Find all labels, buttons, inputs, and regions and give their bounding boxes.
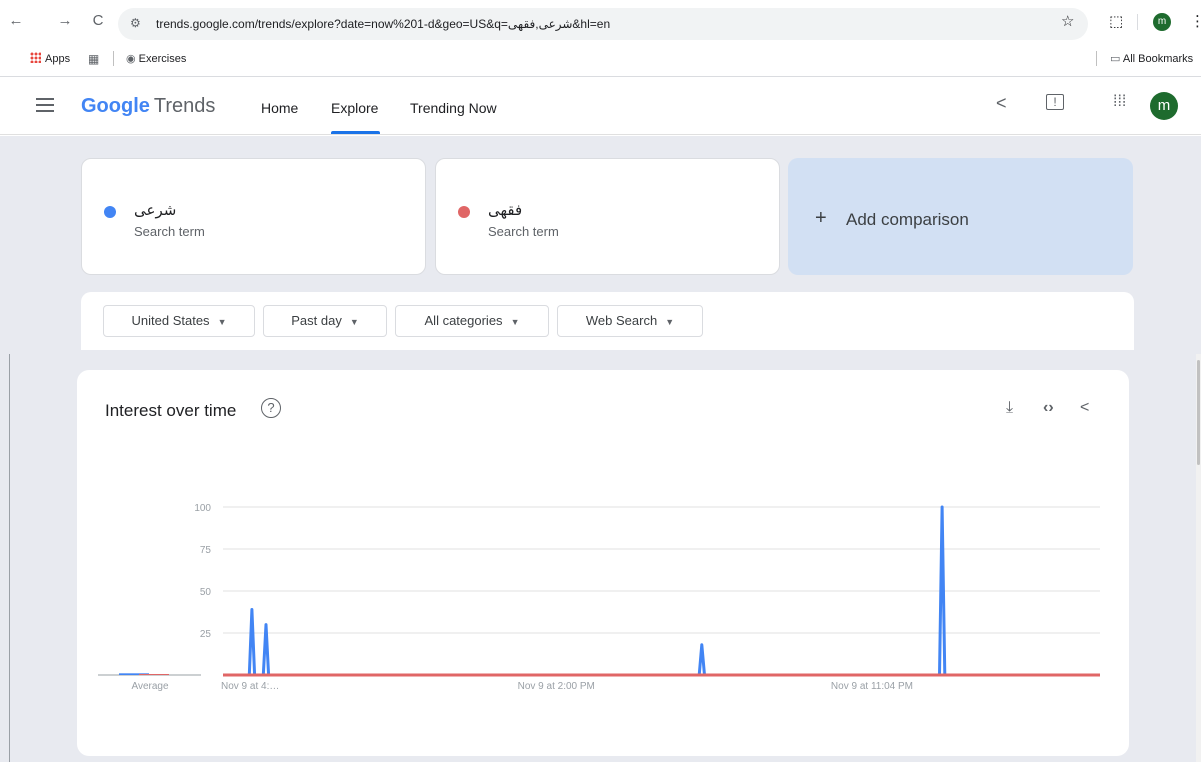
dropdown-caret-icon: ▼: [510, 317, 520, 327]
term-color-dot: [104, 206, 116, 218]
category-dropdown[interactable]: All categories ▼: [395, 305, 549, 337]
search-type-value: Web Search: [585, 313, 658, 328]
bookmark-separator: [113, 51, 114, 66]
y-tick-label: 25: [200, 629, 212, 640]
chart-grid: [223, 506, 1100, 676]
trends-wordmark: Trends: [153, 95, 216, 117]
interest-over-time-card: Interest over time ? ⤓ ‹› < 100 75 50 25 Av…: [77, 370, 1129, 756]
bookmark-exercises-label: Exercises: [138, 53, 187, 65]
tune-icon[interactable]: ⚙: [130, 16, 141, 30]
y-tick-labels: 100 75 50 25: [194, 503, 211, 640]
folder-icon: ▭: [1110, 53, 1121, 65]
time-value: Past day: [291, 313, 342, 328]
search-type-dropdown[interactable]: Web Search ▼: [557, 305, 703, 337]
google-apps-icon[interactable]: ⁞⁞⁞: [1113, 93, 1126, 111]
x-tick-label: Nov 9 at 11:04 PM: [831, 681, 913, 692]
forward-icon[interactable]: →: [55, 12, 75, 29]
y-tick-label: 50: [200, 587, 212, 598]
google-wordmark: Google: [81, 95, 150, 117]
interest-line-chart: 100 75 50 25 Average Nov 9 at 4:… Nov 9 at 2…: [98, 503, 1100, 692]
reload-icon[interactable]: C: [88, 12, 108, 29]
y-tick-label: 100: [194, 503, 211, 514]
bookmark-apps-label: Apps: [45, 53, 71, 65]
time-range-dropdown[interactable]: Past day ▼: [263, 305, 387, 337]
term-name[interactable]: فقهی: [488, 201, 522, 219]
term-subtitle: Search term: [488, 224, 559, 239]
x-tick-label: Nov 9 at 2:00 PM: [518, 681, 595, 692]
share-icon[interactable]: <: [996, 93, 1007, 114]
region-dropdown[interactable]: United States ▼: [103, 305, 255, 337]
bookmark-star-icon[interactable]: ☆: [1061, 12, 1074, 30]
address-bar[interactable]: ⚙ trends.google.com/trends/explore?date=…: [118, 8, 1088, 40]
term-card-1[interactable]: شرعی Search term: [81, 158, 426, 275]
scrollbar-thumb[interactable]: [1197, 360, 1200, 465]
feedback-icon[interactable]: !: [1046, 94, 1064, 110]
add-comparison-card[interactable]: + Add comparison: [788, 158, 1133, 275]
term-color-dot: [458, 206, 470, 218]
term-card-2[interactable]: فقهی Search term: [435, 158, 780, 275]
filter-bar: United States ▼ Past day ▼ All categories ▼…: [81, 292, 1134, 350]
term-name[interactable]: شرعی: [134, 201, 176, 219]
x-tick-label: Nov 9 at 4:…: [221, 681, 279, 692]
toolbar-divider: [1137, 14, 1138, 30]
page-left-edge: [9, 354, 10, 762]
bookmark-apps[interactable]: Apps: [30, 52, 70, 65]
google-trends-logo[interactable]: Google Trends: [81, 95, 215, 118]
average-bars: Average: [98, 673, 201, 692]
average-bar: [139, 674, 169, 675]
url-text[interactable]: trends.google.com/trends/explore?date=no…: [156, 17, 610, 31]
bookmark-separator-right: [1096, 51, 1097, 66]
back-icon[interactable]: ←: [6, 12, 26, 29]
menu-kebab-icon[interactable]: ⋮: [1190, 12, 1201, 30]
active-tab-indicator: [331, 131, 380, 134]
apps-grid-icon: [30, 52, 41, 63]
hamburger-menu-icon[interactable]: [36, 98, 54, 112]
all-bookmarks[interactable]: ▭ All Bookmarks: [1110, 52, 1193, 65]
region-value: United States: [131, 313, 210, 328]
profile-avatar[interactable]: m: [1153, 13, 1171, 31]
globe-icon: ◉: [126, 53, 136, 65]
category-value: All categories: [424, 313, 503, 328]
bookmarks-bar: Apps ▦ ◉ Exercises ▭ All Bookmarks: [0, 48, 1201, 70]
all-bookmarks-label: All Bookmarks: [1122, 53, 1194, 65]
extensions-icon[interactable]: ⬚: [1109, 12, 1123, 30]
dropdown-caret-icon: ▼: [665, 317, 675, 327]
nav-home[interactable]: Home: [261, 100, 298, 116]
add-comparison-label: Add comparison: [846, 210, 969, 229]
x-tick-labels: Nov 9 at 4:… Nov 9 at 2:00 PM Nov 9 at 11:…: [221, 681, 913, 692]
nav-explore[interactable]: Explore: [331, 100, 378, 116]
y-tick-label: 75: [200, 545, 212, 556]
browser-chrome: ← → C ⚙ trends.google.com/trends/explore…: [0, 0, 1201, 77]
nav-trending-now[interactable]: Trending Now: [410, 100, 497, 116]
plus-icon: +: [815, 207, 827, 229]
account-avatar[interactable]: m: [1150, 92, 1178, 120]
tab-groups-icon[interactable]: ▦: [88, 52, 99, 66]
dropdown-caret-icon: ▼: [217, 317, 227, 327]
dropdown-caret-icon: ▼: [349, 317, 359, 327]
term-subtitle: Search term: [134, 224, 205, 239]
average-label: Average: [131, 681, 169, 692]
bookmark-exercises[interactable]: ◉ Exercises: [126, 52, 186, 65]
trends-header: Google Trends Home Explore Trending Now <…: [0, 77, 1201, 135]
